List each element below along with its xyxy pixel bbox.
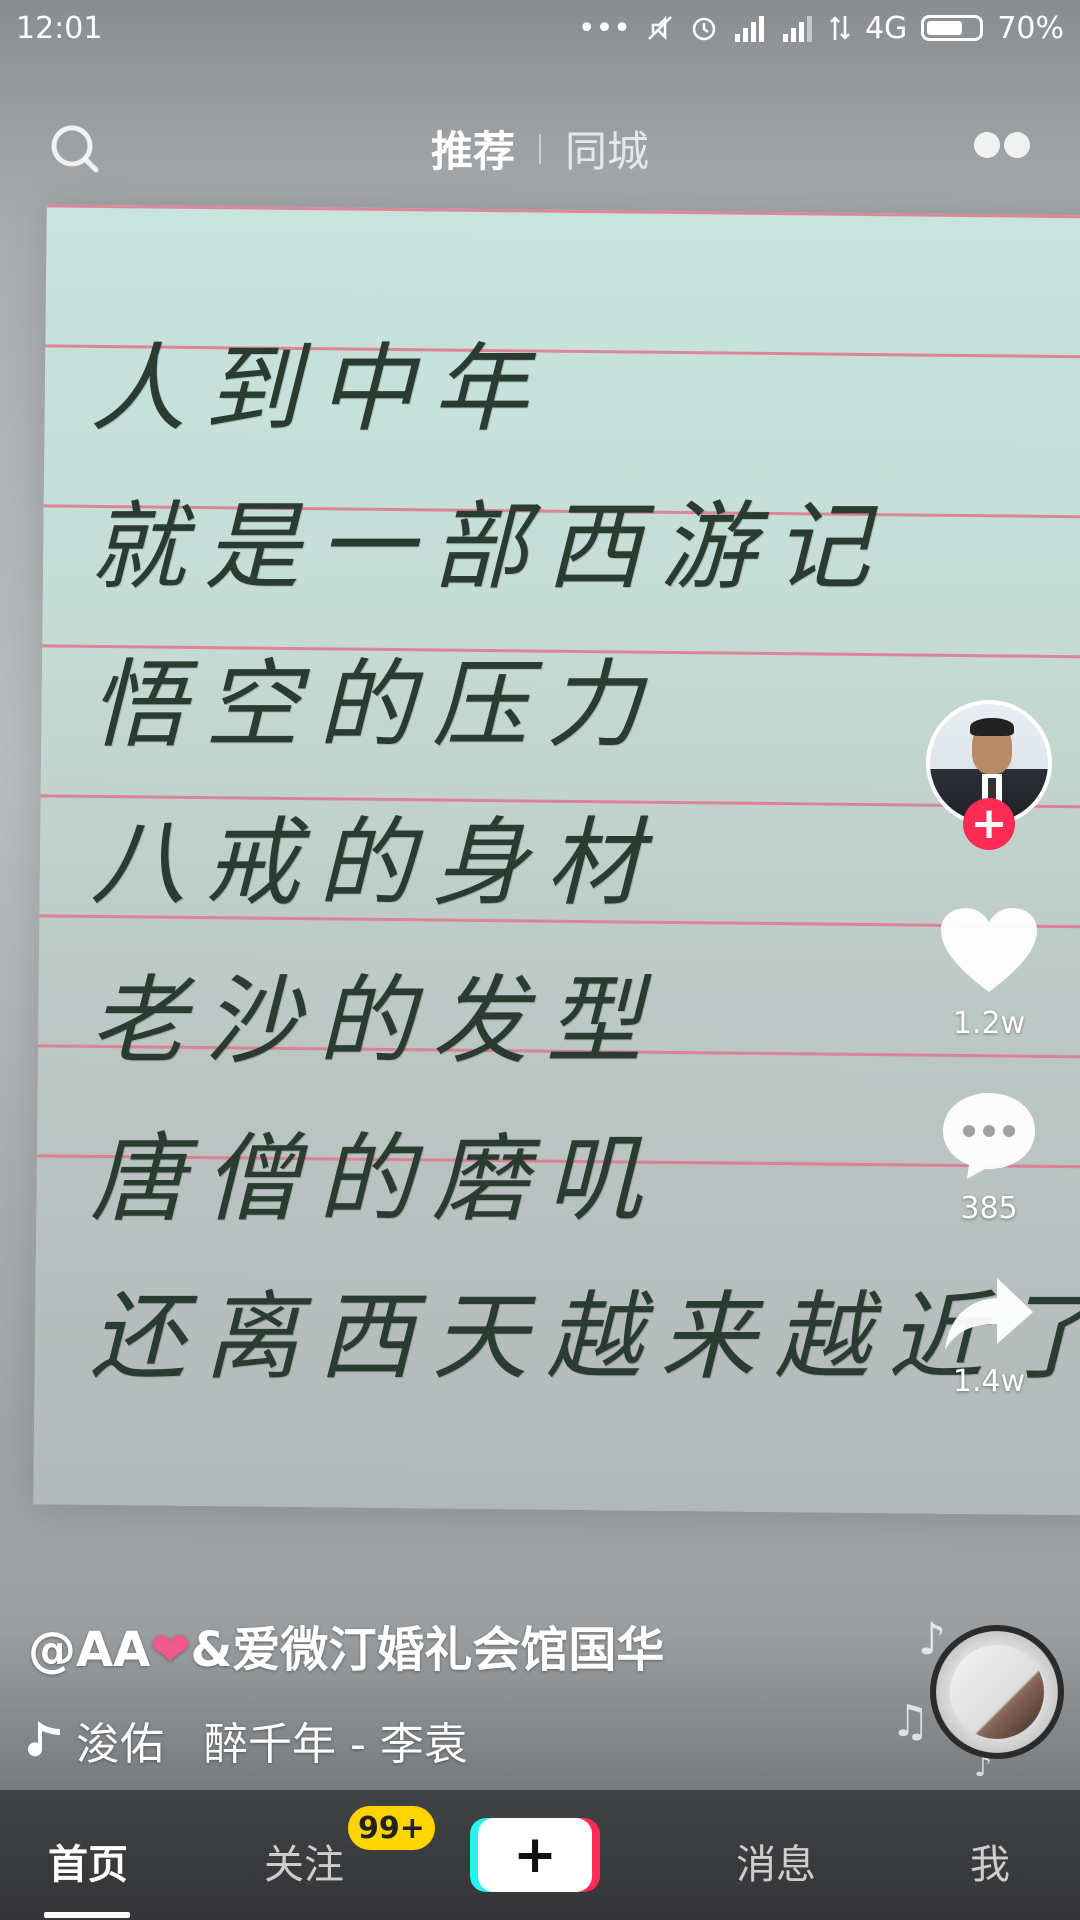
hd-signal-icon	[782, 16, 812, 42]
battery-percent: 70%	[997, 10, 1064, 46]
music-note-icon	[28, 1721, 60, 1757]
status-time: 12:01	[16, 10, 103, 46]
action-rail: + 1.2w 385 1.4w	[914, 700, 1064, 1399]
tab-local[interactable]: 同城	[565, 118, 649, 179]
music-user: 浚佑	[76, 1719, 164, 1770]
share-count: 1.4w	[952, 1364, 1026, 1399]
network-type: 4G	[864, 10, 908, 46]
floating-note-icon: ♫	[890, 1696, 930, 1747]
like-button[interactable]: 1.2w	[939, 906, 1039, 1041]
heart-icon	[941, 908, 1037, 992]
data-arrows-icon	[830, 16, 850, 40]
comment-count: 385	[960, 1191, 1018, 1226]
poem-line: 人到中年	[90, 333, 546, 445]
alarm-icon	[692, 17, 716, 41]
author-heart: ❤	[150, 1622, 191, 1678]
signal-icon	[734, 16, 764, 42]
following-badge: 99+	[348, 1806, 435, 1850]
top-nav: 推荐 同城	[0, 110, 1080, 190]
share-icon	[945, 1278, 1033, 1350]
poem-line: 就是一部西游记	[90, 491, 888, 603]
status-bar: 12:01 ••• 4G 70%	[0, 0, 1080, 56]
follow-button[interactable]: +	[963, 798, 1015, 850]
like-count: 1.2w	[952, 1006, 1026, 1041]
create-video-button[interactable]: +	[478, 1818, 592, 1892]
author-suffix: &爱微汀婚礼会馆国华	[190, 1622, 665, 1678]
author-prefix: @AA	[28, 1622, 151, 1678]
music-disc[interactable]	[930, 1625, 1064, 1759]
tab-me[interactable]: 我	[970, 1832, 1010, 1890]
comment-icon	[943, 1093, 1035, 1179]
live-icon[interactable]	[974, 132, 1030, 158]
music-info[interactable]: 浚佑 醉千年 - 李袁	[28, 1708, 588, 1772]
tab-messages[interactable]: 消息	[736, 1832, 816, 1890]
more-notifications-icon: •••	[577, 10, 631, 46]
comment-button[interactable]: 385	[941, 1089, 1037, 1226]
tab-following[interactable]: 关注	[264, 1832, 344, 1890]
mute-icon	[648, 15, 672, 41]
tab-divider	[539, 133, 541, 164]
tab-recommended[interactable]: 推荐	[431, 118, 515, 179]
music-title: 醉千年 - 李袁	[204, 1719, 468, 1770]
active-tab-indicator	[44, 1912, 130, 1918]
battery-icon	[921, 15, 984, 41]
share-button[interactable]: 1.4w	[943, 1274, 1035, 1399]
tab-home[interactable]: 首页	[48, 1832, 128, 1890]
author-name[interactable]: @AA❤&爱微汀婚礼会馆国华	[28, 1610, 664, 1680]
